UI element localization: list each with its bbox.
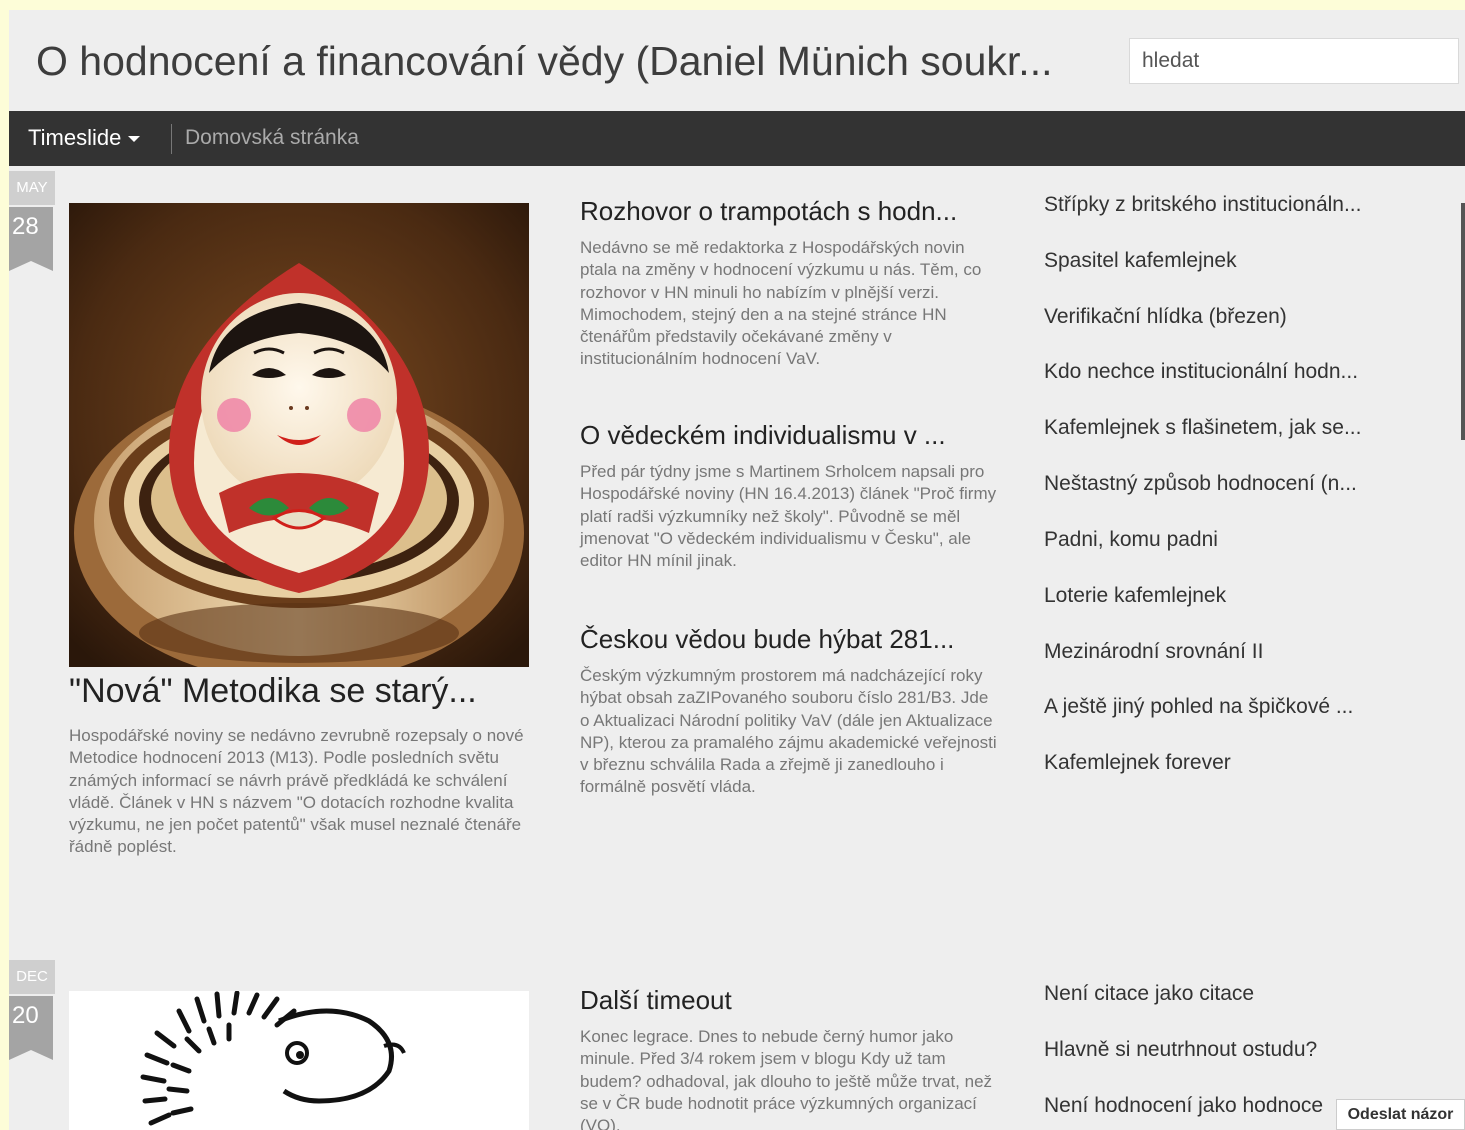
date-day: 28 — [9, 207, 53, 271]
featured-post-title[interactable]: "Nová" Metodika se starý... — [69, 672, 529, 711]
post-title[interactable]: Další timeout — [580, 985, 990, 1016]
navbar: Timeslide Domovská stránka — [9, 111, 1465, 166]
scroll-indicator[interactable] — [1461, 203, 1465, 440]
chevron-down-icon — [128, 136, 141, 143]
blog-title[interactable]: O hodnocení a financování vědy (Daniel M… — [36, 38, 1101, 85]
post-link[interactable]: Verifikační hlídka (březen) — [1044, 305, 1384, 329]
matryoshka-doll-image[interactable] — [69, 203, 529, 667]
post-link[interactable]: Spasitel kafemlejnek — [1044, 249, 1384, 273]
post-link[interactable]: Není hodnocení jako hodnoce — [1044, 1094, 1334, 1118]
hedgehog-icon — [69, 991, 529, 1130]
post-link[interactable]: Loterie kafemlejnek — [1044, 584, 1384, 608]
post-item[interactable]: Rozhovor o trampotách s hodn... Nedávno … — [580, 196, 1000, 371]
post-snippet: Nedávno se mě redaktorka z Hospodářských… — [580, 238, 982, 369]
post-snippet: Českým výzkumným prostorem má nadcházejí… — [580, 666, 997, 797]
hedgehog-drawing-image[interactable] — [69, 991, 529, 1130]
view-selector-dropdown[interactable]: Timeslide — [28, 125, 141, 151]
blog-page: O hodnocení a financování vědy (Daniel M… — [9, 10, 1465, 1130]
post-link[interactable]: Kdo nechce institucionální hodn... — [1044, 360, 1384, 384]
post-link[interactable]: Kafemlejnek forever — [1044, 751, 1384, 775]
matryoshka-doll-icon — [69, 203, 529, 667]
home-link[interactable]: Domovská stránka — [185, 126, 359, 150]
post-title[interactable]: O vědeckém individualismu v ... — [580, 420, 990, 451]
post-item[interactable]: O vědeckém individualismu v ... Před pár… — [580, 420, 1000, 572]
post-title[interactable]: Rozhovor o trampotách s hodn... — [580, 196, 990, 227]
post-link[interactable]: Není citace jako citace — [1044, 982, 1384, 1006]
post-link[interactable]: A ještě jiný pohled na špičkové ... — [1044, 695, 1384, 719]
post-title[interactable]: Českou vědou bude hýbat 281... — [580, 624, 990, 655]
date-month: DEC — [9, 960, 55, 994]
post-link[interactable]: Neštastný způsob hodnocení (n... — [1044, 472, 1384, 496]
post-link[interactable]: Kafemlejnek s flašinetem, jak se... — [1044, 416, 1384, 440]
post-item[interactable]: Další timeout Konec legrace. Dnes to neb… — [580, 985, 1000, 1130]
post-item[interactable]: Českou vědou bude hýbat 281... Českým vý… — [580, 624, 1000, 799]
post-link[interactable]: Střípky z britského institucionáln... — [1044, 193, 1384, 217]
feedback-button[interactable]: Odeslat názor — [1336, 1099, 1465, 1130]
search-input[interactable] — [1129, 38, 1459, 84]
post-snippet: Před pár týdny jsme s Martinem Srholcem … — [580, 462, 997, 571]
post-link[interactable]: Hlavně si neutrhnout ostudu? — [1044, 1038, 1384, 1062]
date-month: MAY — [9, 171, 55, 205]
post-link[interactable]: Padni, komu padni — [1044, 528, 1384, 552]
header: O hodnocení a financování vědy (Daniel M… — [9, 10, 1465, 111]
view-selector-label: Timeslide — [28, 125, 122, 150]
date-day: 20 — [9, 996, 53, 1060]
featured-post-snippet: Hospodářské noviny se nedávno zevrubně r… — [69, 726, 524, 857]
post-snippet: Konec legrace. Dnes to nebude černý humo… — [580, 1027, 993, 1130]
nav-divider — [171, 124, 172, 154]
post-link[interactable]: Mezinárodní srovnání II — [1044, 640, 1384, 664]
